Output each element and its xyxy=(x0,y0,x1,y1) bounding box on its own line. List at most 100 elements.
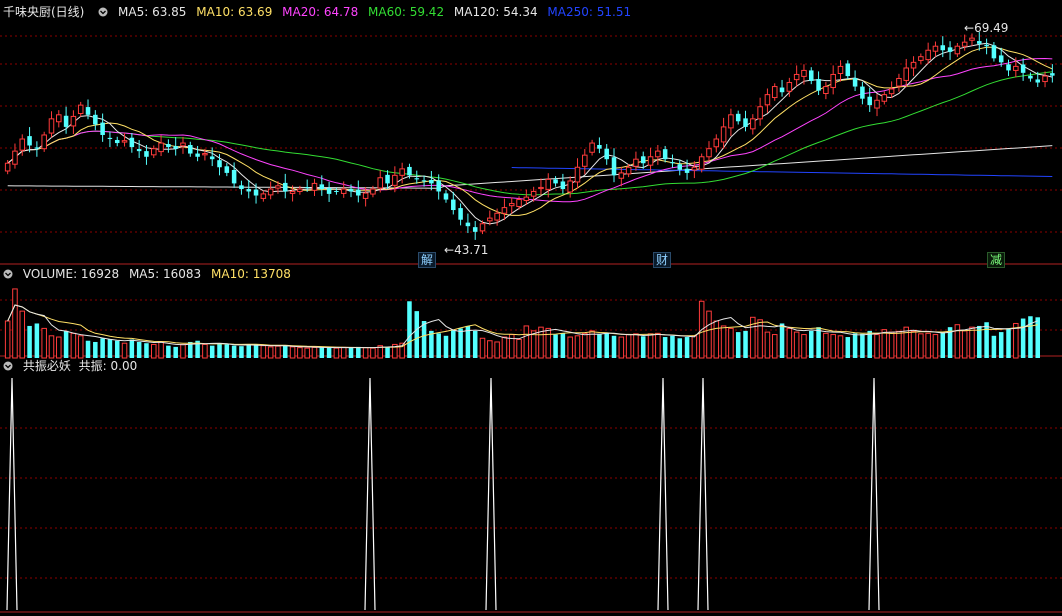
candle-body-up xyxy=(633,158,639,167)
volume-bar-down xyxy=(940,332,946,358)
candle-body-down xyxy=(670,162,675,164)
volume-bar-down xyxy=(107,339,113,358)
candle-body-up xyxy=(969,37,975,41)
volume-bar-up xyxy=(961,330,968,359)
candle-body-up xyxy=(150,148,157,156)
volume-bar-down xyxy=(860,333,865,358)
volume-ma5-legend: MA5: 16083 xyxy=(128,267,202,281)
ma250-legend: MA250: 51.51 xyxy=(547,5,632,19)
volume-settings-icon[interactable] xyxy=(3,269,13,279)
candle-body-up xyxy=(501,207,508,214)
volume-bar-up xyxy=(954,324,961,359)
candle-body-up xyxy=(903,67,910,81)
candle-body-up xyxy=(19,138,26,151)
volume-bar-up xyxy=(121,342,128,359)
volume-bar-down xyxy=(209,345,215,358)
settings-icon[interactable] xyxy=(98,7,108,17)
candle-body-down xyxy=(852,78,858,87)
volume-bar-down xyxy=(173,346,178,358)
candle-body-up xyxy=(830,73,836,89)
volume-bar-up xyxy=(19,310,26,359)
volume-bar-up xyxy=(260,345,267,359)
candle-body-up xyxy=(523,196,530,202)
volume-bar-down xyxy=(319,346,325,358)
volume-bar-down xyxy=(421,321,427,358)
candle-body-up xyxy=(706,148,712,158)
volume-bar-up xyxy=(896,330,902,359)
volume-bar-up xyxy=(830,334,836,359)
candle-body-up xyxy=(1013,65,1019,71)
indicator-name: 共振必妖 xyxy=(22,359,71,373)
volume-bar-up xyxy=(516,339,522,359)
candle-body-down xyxy=(991,45,997,59)
event-tag-unlock[interactable]: 解 xyxy=(418,252,437,268)
candle-body-down xyxy=(188,144,193,154)
volume-bar-down xyxy=(867,330,872,358)
resonance-spike xyxy=(364,377,376,611)
volume-bar-down xyxy=(845,337,851,358)
candle-body-up xyxy=(545,178,552,190)
candle-body-down xyxy=(166,144,171,148)
volume-bar-up xyxy=(903,326,910,359)
candle-body-up xyxy=(392,174,398,186)
volume-bar-up xyxy=(589,330,595,359)
candle-body-up xyxy=(311,182,318,191)
volume-bar-down xyxy=(356,346,361,358)
volume-bar-up xyxy=(267,346,274,359)
volume-bar-up xyxy=(487,340,493,359)
volume-bar-up xyxy=(618,336,625,359)
volume-bar-up xyxy=(567,336,573,359)
candle-body-down xyxy=(224,166,230,173)
candle-body-up xyxy=(888,88,895,95)
volume-bar-up xyxy=(786,327,793,359)
volume-bar-up xyxy=(150,343,157,359)
candle-body-up xyxy=(757,106,763,120)
candle-body-up xyxy=(918,56,924,61)
candle-body-up xyxy=(494,212,500,221)
candle-body-up xyxy=(771,86,778,99)
volume-bar-up xyxy=(362,347,369,359)
volume-bar-up xyxy=(932,334,939,359)
indicator-value: 共振: 0.00 xyxy=(78,359,138,373)
candle-body-up xyxy=(910,61,917,69)
price-low-label: ←43.71 xyxy=(444,243,489,257)
candle-body-down xyxy=(451,199,456,211)
volume-bar-down xyxy=(348,347,354,358)
volume-bar-up xyxy=(48,335,55,359)
volume-ma10-legend: MA10: 13708 xyxy=(211,267,291,281)
volume-bar-down xyxy=(414,311,420,358)
volume-bar-down xyxy=(779,323,785,358)
volume-bar-up xyxy=(180,343,186,359)
volume-bar-down xyxy=(743,330,748,358)
candle-body-up xyxy=(764,94,771,106)
indicator-settings-icon[interactable] xyxy=(3,361,13,371)
volume-bar-down xyxy=(977,325,982,358)
volume-bar-down xyxy=(144,343,149,358)
volume-bar-down xyxy=(735,332,741,358)
candle-body-up xyxy=(516,199,522,207)
event-tag-reduce[interactable]: 减 xyxy=(987,252,1006,268)
volume-bar-down xyxy=(560,333,566,358)
volume-bar-up xyxy=(304,347,310,359)
candle-body-up xyxy=(837,65,844,74)
candle-body-up xyxy=(158,142,164,153)
volume-bar-down xyxy=(984,322,989,358)
candle-body-down xyxy=(114,139,120,144)
candle-body-down xyxy=(684,168,690,173)
candle-body-down xyxy=(129,137,135,148)
candle-body-down xyxy=(93,114,98,125)
volume-bar-down xyxy=(1020,318,1026,358)
kline-chart[interactable] xyxy=(0,0,1062,616)
candle-body-down xyxy=(253,189,259,196)
ma5-legend: MA5: 63.85 xyxy=(118,5,187,19)
candle-body-down xyxy=(195,153,200,157)
candle-body-down xyxy=(443,193,449,200)
resonance-spike xyxy=(485,377,497,611)
candle-body-down xyxy=(845,63,851,77)
volume-bar-down xyxy=(991,335,997,358)
event-tag-finance[interactable]: 财 xyxy=(653,252,672,268)
volume-bar-down xyxy=(553,334,558,358)
volume-bar-down xyxy=(246,345,252,358)
volume-bar-down xyxy=(114,340,120,358)
volume-bar-up xyxy=(340,346,347,359)
